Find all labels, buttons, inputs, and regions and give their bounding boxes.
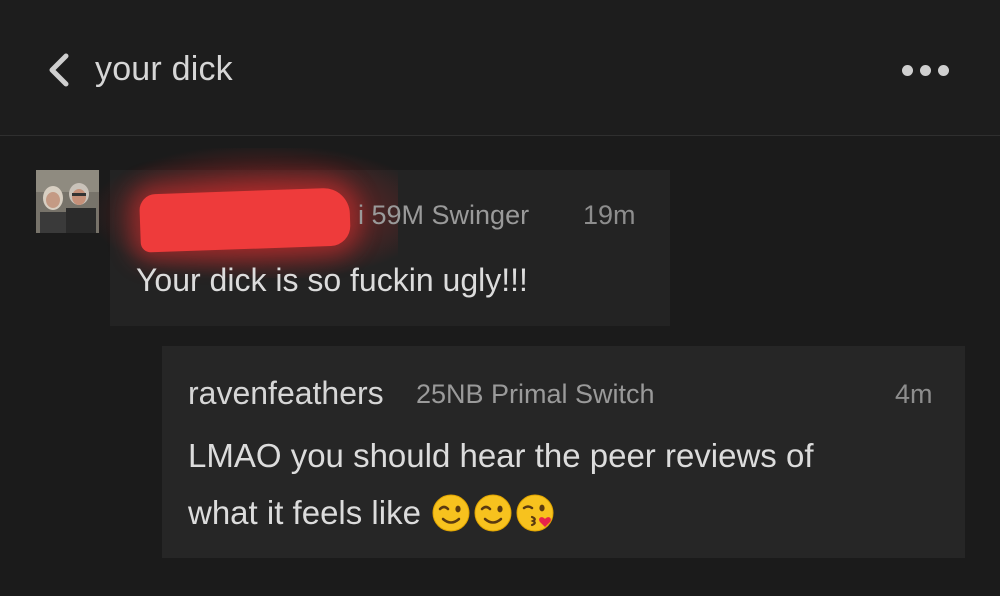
winking-face-icon bbox=[474, 494, 512, 532]
page-title: your dick bbox=[95, 50, 233, 88]
avatar[interactable] bbox=[36, 170, 99, 233]
more-dots-icon bbox=[937, 64, 949, 76]
reply-author-meta: 25NB Primal Switch bbox=[416, 379, 655, 409]
reply-text-line-1: LMAO you should hear the peer reviews of bbox=[188, 437, 814, 474]
reply-username[interactable]: ravenfeathers bbox=[188, 375, 384, 412]
more-options-button[interactable] bbox=[890, 56, 960, 84]
chevron-left-icon bbox=[49, 53, 69, 87]
reply-timestamp: 4m bbox=[895, 379, 933, 409]
avatar-photo bbox=[36, 170, 99, 233]
comment-timestamp: 19m bbox=[583, 200, 636, 230]
face-blowing-a-kiss-icon bbox=[516, 494, 554, 532]
redacted-username bbox=[139, 187, 351, 253]
reply-text-line-2-label: what it feels like bbox=[188, 494, 421, 531]
comment-text: Your dick is so fuckin ugly!!! bbox=[136, 262, 528, 298]
emoji-group bbox=[431, 493, 555, 533]
more-dots-icon bbox=[901, 64, 913, 76]
more-dots-icon bbox=[919, 64, 931, 76]
winking-face-icon bbox=[432, 494, 470, 532]
reply-text-line-2: what it feels like bbox=[188, 493, 555, 533]
top-bar: your dick bbox=[0, 0, 1000, 136]
back-button[interactable] bbox=[40, 50, 78, 90]
comment-author-meta: i 59M Swinger bbox=[358, 200, 530, 230]
